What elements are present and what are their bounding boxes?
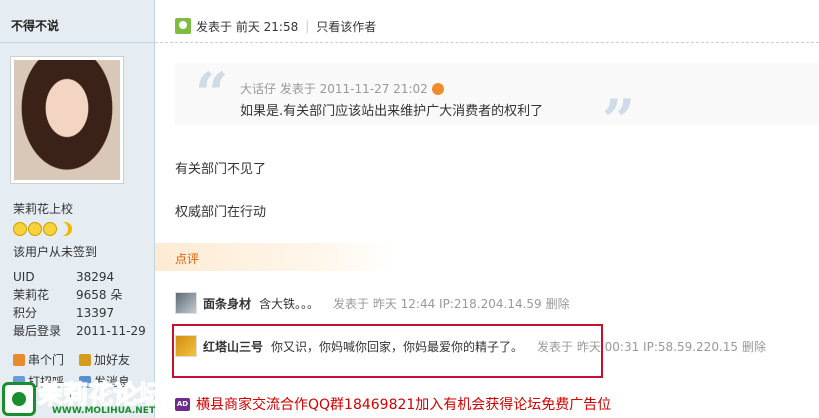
house-icon	[13, 354, 25, 366]
visit-label: 串个门	[28, 353, 65, 367]
post-header-divider	[155, 42, 819, 43]
divider: |	[305, 19, 310, 33]
comments-label: 点评	[175, 252, 200, 266]
stat-value: 38294	[76, 270, 115, 284]
forum-logo: 茉莉花论坛 WWW.MOLIHUA.NET	[2, 380, 164, 417]
add-friend-icon	[79, 354, 91, 366]
add-friend-button[interactable]: 加好友	[79, 349, 145, 371]
post-body-line: 权威部门在行动	[175, 205, 267, 220]
online-status-icon	[175, 18, 191, 34]
delete-comment-link[interactable]: 删除	[546, 295, 570, 312]
logo-domain: WWW.MOLIHUA.NET	[52, 406, 156, 416]
logo-mark-icon	[2, 382, 36, 416]
post-body-line: 有关部门不见了	[175, 162, 267, 177]
stat-row: UID 38294	[13, 268, 153, 286]
quote-meta: 大话仔 发表于 2011-11-27 21:02	[240, 80, 444, 97]
sun-icon	[43, 222, 57, 236]
avatar-photo	[14, 60, 120, 180]
action-row: 串个门 加好友	[13, 349, 153, 371]
sidebar-divider	[0, 42, 155, 43]
close-quote-icon: ”	[602, 87, 636, 155]
quote-block: “ ” 大话仔 发表于 2011-11-27 21:02 如果是.有关部门应该站…	[175, 60, 819, 150]
comment-text: 含大铁。。。	[259, 296, 320, 311]
author-username[interactable]: 不得不说	[11, 17, 59, 34]
open-quote-icon: “	[195, 60, 229, 128]
user-rank: 茉莉花上校	[13, 202, 74, 216]
ad-line[interactable]: AD 横县商家交流合作QQ群18469821加入有机会获得论坛免费广告位	[175, 394, 611, 414]
stat-row: 最后登录 2011-11-29	[13, 322, 153, 340]
comment-avatar[interactable]	[175, 292, 197, 314]
sun-icon	[13, 222, 27, 236]
stat-value: 2011-11-29	[76, 324, 146, 338]
ad-link[interactable]: 横县商家交流合作QQ群18469821加入有机会获得论坛免费广告位	[196, 394, 611, 414]
moon-icon	[58, 222, 72, 236]
post-header: 发表于 前天 21:58 | 只看该作者	[175, 17, 376, 35]
comment-meta: 发表于 昨天 12:44 IP:218.204.14.59	[333, 296, 542, 311]
avatar[interactable]	[10, 56, 124, 184]
signin-status: 该用户从未签到	[13, 245, 98, 259]
add-friend-label: 加好友	[94, 353, 131, 367]
highlight-annotation-box	[172, 324, 603, 378]
sun-icon	[28, 222, 42, 236]
comments-header: 点评	[155, 243, 395, 271]
stat-label: UID	[13, 270, 35, 284]
stat-label: 最后登录	[13, 324, 62, 338]
quote-author-time: 大话仔 发表于 2011-11-27 21:02	[240, 82, 428, 96]
stat-label: 茉莉花	[13, 288, 50, 302]
stat-value: 13397	[76, 306, 115, 320]
comment-item: 面条身材 含大铁。。。 发表于 昨天 12:44 IP:218.204.14.5…	[175, 291, 570, 315]
logo-wordmark: 茉莉花论坛 WWW.MOLIHUA.NET	[37, 380, 164, 416]
author-sidebar: 不得不说 茉莉花上校 该用户从未签到 UID 38294 茉莉花 9658 朵 …	[0, 0, 155, 418]
logo-text: 茉莉花论坛	[37, 380, 164, 409]
author-only-link[interactable]: 只看该作者	[316, 18, 376, 35]
rank-stars	[13, 222, 72, 236]
post-time: 发表于 前天 21:58	[196, 19, 299, 34]
delete-comment-link[interactable]: 删除	[742, 338, 766, 355]
comment-author[interactable]: 面条身材	[203, 295, 251, 312]
user-stats: UID 38294 茉莉花 9658 朵 积分 13397 最后登录 2011-…	[13, 268, 153, 340]
stat-row: 茉莉花 9658 朵	[13, 286, 153, 304]
jump-to-post-icon[interactable]	[431, 82, 444, 95]
ad-badge-icon: AD	[175, 397, 190, 411]
stat-value: 9658 朵	[76, 288, 123, 302]
stat-row: 积分 13397	[13, 304, 153, 322]
quote-text: 如果是.有关部门应该站出来维护广大消费者的权利了	[240, 104, 544, 119]
visit-button[interactable]: 串个门	[13, 349, 79, 371]
stat-label: 积分	[13, 306, 38, 320]
